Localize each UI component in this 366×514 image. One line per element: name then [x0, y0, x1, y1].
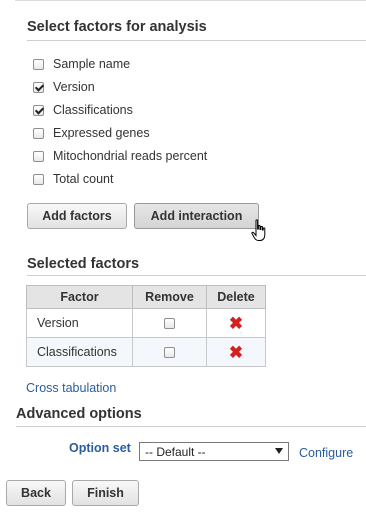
delete-x-icon[interactable]: ✖ [229, 315, 243, 332]
factor-option-version[interactable]: Version [33, 78, 95, 96]
factor-option-classifications[interactable]: Classifications [33, 101, 133, 119]
option-set-label: Option set [69, 441, 131, 455]
factor-checkbox[interactable] [33, 150, 44, 162]
column-header-delete: Delete [206, 285, 266, 309]
factor-option-expressed-genes[interactable]: Expressed genes [33, 124, 150, 142]
selected-section-rule [27, 275, 366, 276]
remove-cell [132, 308, 207, 338]
factor-cell: Version [26, 308, 133, 338]
factor-option-mito-percent[interactable]: Mitochondrial reads percent [33, 147, 207, 165]
factor-option-sample-name[interactable]: Sample name [33, 55, 130, 73]
factor-label: Version [53, 80, 95, 94]
selected-factors-table: Factor Remove Delete Version ✖ Classific… [26, 285, 266, 367]
table-row: Classifications ✖ [26, 337, 266, 367]
back-button[interactable]: Back [6, 480, 66, 506]
factor-label: Sample name [53, 57, 131, 71]
factor-checkbox[interactable] [33, 58, 44, 70]
table-header-row: Factor Remove Delete [26, 285, 266, 309]
cross-tabulation-link[interactable]: Cross tabulation [26, 381, 116, 395]
remove-checkbox[interactable] [164, 318, 175, 330]
factors-section-title: Select factors for analysis [27, 19, 207, 35]
factor-checkbox[interactable] [33, 104, 44, 116]
factor-label: Expressed genes [53, 126, 150, 140]
column-header-remove: Remove [132, 285, 207, 309]
dropdown-arrow-icon [275, 448, 283, 454]
table-row: Version ✖ [26, 308, 266, 338]
remove-cell [132, 337, 207, 367]
advanced-section-rule [16, 426, 366, 427]
factor-option-total-count[interactable]: Total count [33, 170, 113, 188]
remove-checkbox[interactable] [164, 347, 175, 359]
factor-checkbox[interactable] [33, 81, 44, 93]
delete-x-icon[interactable]: ✖ [229, 344, 243, 361]
advanced-options-title: Advanced options [16, 406, 142, 422]
analysis-setup-page: Select factors for analysis Sample name … [0, 0, 366, 514]
factor-checkbox[interactable] [33, 173, 44, 185]
column-header-factor: Factor [26, 285, 133, 309]
top-divider [15, 0, 366, 1]
delete-cell: ✖ [206, 308, 266, 338]
option-set-select[interactable]: -- Default -- [139, 442, 289, 461]
factor-label: Mitochondrial reads percent [53, 149, 208, 163]
hand-cursor-icon [251, 219, 266, 241]
add-interaction-button[interactable]: Add interaction [134, 203, 259, 229]
option-set-value: -- Default -- [145, 444, 206, 459]
add-factors-button[interactable]: Add factors [27, 203, 127, 229]
delete-cell: ✖ [206, 337, 266, 367]
finish-button[interactable]: Finish [72, 480, 139, 506]
configure-link[interactable]: Configure [299, 446, 353, 460]
factor-label: Classifications [53, 103, 133, 117]
selected-section-title: Selected factors [27, 256, 140, 272]
factor-checkbox[interactable] [33, 127, 44, 139]
factor-cell: Classifications [26, 337, 133, 367]
factors-section-rule [27, 40, 366, 41]
factor-label: Total count [53, 172, 114, 186]
